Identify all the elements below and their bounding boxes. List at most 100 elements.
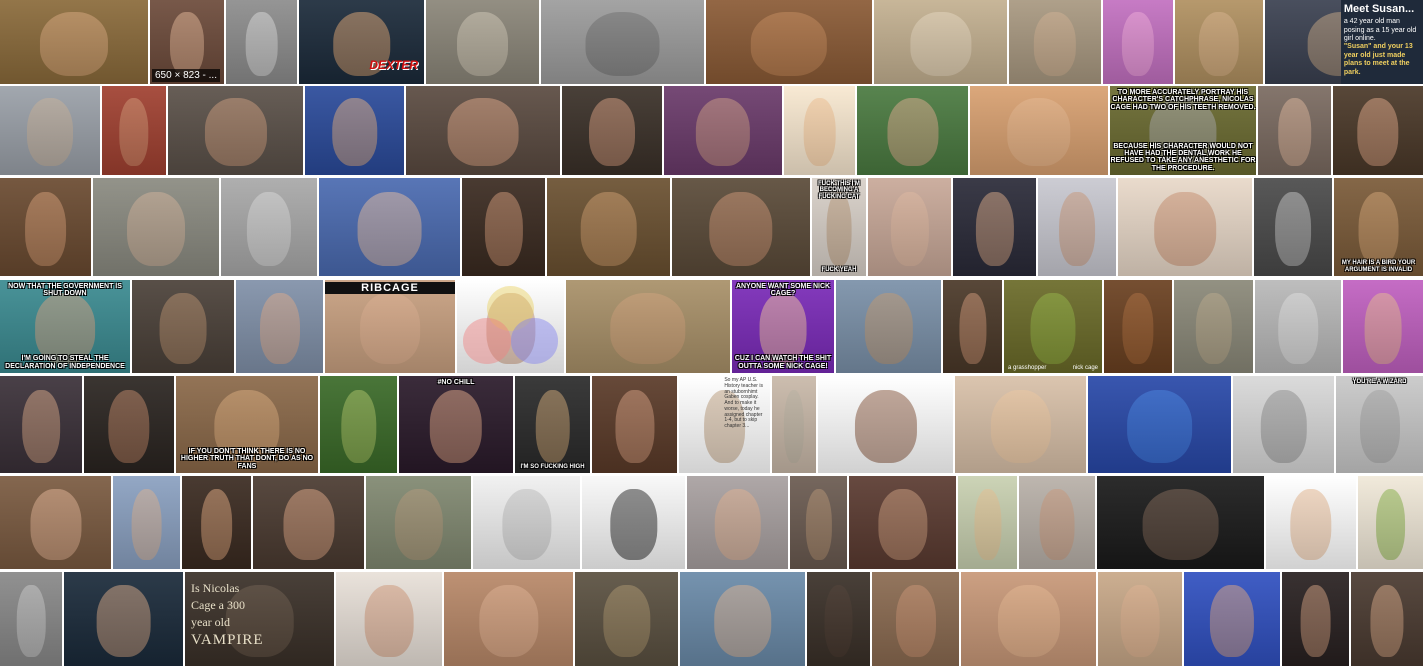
image-tile-6-6[interactable]	[473, 476, 580, 569]
image-tile-6-11[interactable]	[958, 476, 1017, 569]
image-tile-7-1[interactable]	[0, 572, 62, 666]
image-tile-3-9[interactable]	[868, 178, 951, 276]
image-tile-7-10[interactable]	[961, 572, 1096, 666]
image-tile-7-4[interactable]	[336, 572, 442, 666]
image-tile-3-6[interactable]	[547, 178, 670, 276]
image-tile-6-15[interactable]	[1358, 476, 1423, 569]
image-tile-2-12[interactable]	[1258, 86, 1331, 175]
image-tile-1-6[interactable]	[541, 0, 704, 84]
image-tile-5-4[interactable]	[320, 376, 397, 473]
image-tile-6-9[interactable]	[790, 476, 847, 569]
image-tile-7-3[interactable]: Is Nicolas Cage a 300 year old VAMPIRE	[185, 572, 334, 666]
image-tile-3-12[interactable]	[1118, 178, 1252, 276]
image-tile-7-2[interactable]	[64, 572, 183, 666]
image-tile-6-13[interactable]	[1097, 476, 1264, 569]
image-tile-6-7[interactable]	[582, 476, 685, 569]
image-tile-1-10[interactable]	[1103, 0, 1173, 84]
image-tile-2-11[interactable]: To more accurately portray his character…	[1110, 86, 1256, 175]
image-tile-4-14[interactable]	[1343, 280, 1423, 373]
image-tile-6-8[interactable]	[687, 476, 788, 569]
photo-shading	[236, 280, 323, 373]
image-tile-2-13[interactable]	[1333, 86, 1423, 175]
image-tile-1-9[interactable]	[1009, 0, 1101, 84]
photo-shading	[772, 376, 816, 473]
image-tile-4-9[interactable]	[943, 280, 1002, 373]
image-tile-3-5[interactable]	[462, 178, 545, 276]
image-tile-2-9[interactable]	[857, 86, 968, 175]
photo-shading	[0, 376, 82, 473]
image-tile-7-13[interactable]	[1282, 572, 1349, 666]
image-tile-5-5[interactable]: #NO CHILL	[399, 376, 513, 473]
image-tile-2-7[interactable]	[664, 86, 782, 175]
image-tile-1-5[interactable]	[426, 0, 539, 84]
image-tile-7-14[interactable]	[1351, 572, 1423, 666]
image-tile-4-1[interactable]: NOW THAT THE GOVERNMENT IS SHUT DOWN I'M …	[0, 280, 130, 373]
image-tile-2-6[interactable]	[562, 86, 662, 175]
image-tile-7-11[interactable]	[1098, 572, 1182, 666]
image-tile-4-4[interactable]: RIBCAGE	[325, 280, 455, 373]
image-tile-2-1[interactable]	[0, 86, 100, 175]
image-tile-5-10[interactable]	[818, 376, 953, 473]
image-tile-4-11[interactable]	[1104, 280, 1172, 373]
image-tile-5-14[interactable]: you're a wizard	[1336, 376, 1423, 473]
image-tile-5-9[interactable]	[772, 376, 816, 473]
image-tile-5-3[interactable]: if you don't think there is no higher tr…	[176, 376, 318, 473]
image-tile-4-13[interactable]	[1255, 280, 1341, 373]
image-tile-5-12[interactable]	[1088, 376, 1231, 473]
image-tile-6-2[interactable]	[113, 476, 180, 569]
image-tile-3-8[interactable]: fuck this i'm becoming a fucking cat fuck…	[812, 178, 866, 276]
image-tile-1-2[interactable]: 650 × 823 - ...	[150, 0, 224, 84]
image-tile-6-4[interactable]	[253, 476, 364, 569]
image-tile-1-11[interactable]	[1175, 0, 1263, 84]
image-tile-3-13[interactable]	[1254, 178, 1332, 276]
image-tile-1-1[interactable]	[0, 0, 148, 84]
image-tile-5-7[interactable]	[592, 376, 677, 473]
image-tile-6-5[interactable]	[366, 476, 471, 569]
image-tile-3-11[interactable]	[1038, 178, 1116, 276]
image-tile-4-5[interactable]	[457, 280, 564, 373]
image-tile-1-3[interactable]	[226, 0, 297, 84]
image-tile-6-3[interactable]	[182, 476, 251, 569]
image-tile-4-8[interactable]	[836, 280, 941, 373]
image-tile-6-10[interactable]	[849, 476, 956, 569]
image-tile-5-1[interactable]	[0, 376, 82, 473]
image-tile-7-9[interactable]	[872, 572, 959, 666]
image-tile-3-10[interactable]	[953, 178, 1036, 276]
image-tile-5-2[interactable]	[84, 376, 174, 473]
image-tile-3-7[interactable]	[672, 178, 810, 276]
image-tile-1-4[interactable]: DEXTER	[299, 0, 424, 84]
image-tile-7-5[interactable]	[444, 572, 573, 666]
image-tile-1-8[interactable]	[874, 0, 1007, 84]
image-tile-6-12[interactable]	[1019, 476, 1095, 569]
image-tile-3-4[interactable]	[319, 178, 460, 276]
image-tile-5-11[interactable]	[955, 376, 1086, 473]
image-tile-4-2[interactable]	[132, 280, 234, 373]
image-tile-2-2[interactable]	[102, 86, 166, 175]
image-tile-7-8[interactable]	[807, 572, 870, 666]
image-tile-2-3[interactable]	[168, 86, 303, 175]
image-tile-5-13[interactable]	[1233, 376, 1334, 473]
image-tile-4-10[interactable]: a grasshopper nick cage	[1004, 280, 1102, 373]
image-tile-4-12[interactable]	[1174, 280, 1253, 373]
image-tile-3-2[interactable]	[93, 178, 219, 276]
image-tile-2-8[interactable]	[784, 86, 855, 175]
image-tile-2-4[interactable]	[305, 86, 404, 175]
image-tile-2-5[interactable]	[406, 86, 560, 175]
image-tile-7-6[interactable]	[575, 572, 678, 666]
image-tile-4-7[interactable]: ANYONE WANT SOME NICK CAGE? CUZ I CAN WAT…	[732, 280, 834, 373]
image-tile-4-6[interactable]	[566, 280, 730, 373]
image-tile-5-6[interactable]: I'M SO FUCKING HIGH	[515, 376, 590, 473]
photo-shading	[1104, 280, 1172, 373]
image-tile-3-14[interactable]: MY HAIR IS A BIRD YOUR ARGUMENT IS INVAL…	[1334, 178, 1423, 276]
image-tile-3-1[interactable]	[0, 178, 91, 276]
image-tile-6-1[interactable]	[0, 476, 111, 569]
image-tile-6-14[interactable]	[1266, 476, 1356, 569]
image-tile-1-7[interactable]	[706, 0, 872, 84]
image-tile-7-7[interactable]	[680, 572, 805, 666]
image-tile-2-10[interactable]	[970, 86, 1108, 175]
image-tile-1-12[interactable]: Meet Susan... a 42 year old man posing as…	[1265, 0, 1423, 84]
image-tile-4-3[interactable]	[236, 280, 323, 373]
image-tile-3-3[interactable]	[221, 178, 317, 276]
image-tile-5-8[interactable]: So my AP U.S. History teacher is an stub…	[679, 376, 770, 473]
image-tile-7-12[interactable]	[1184, 572, 1280, 666]
